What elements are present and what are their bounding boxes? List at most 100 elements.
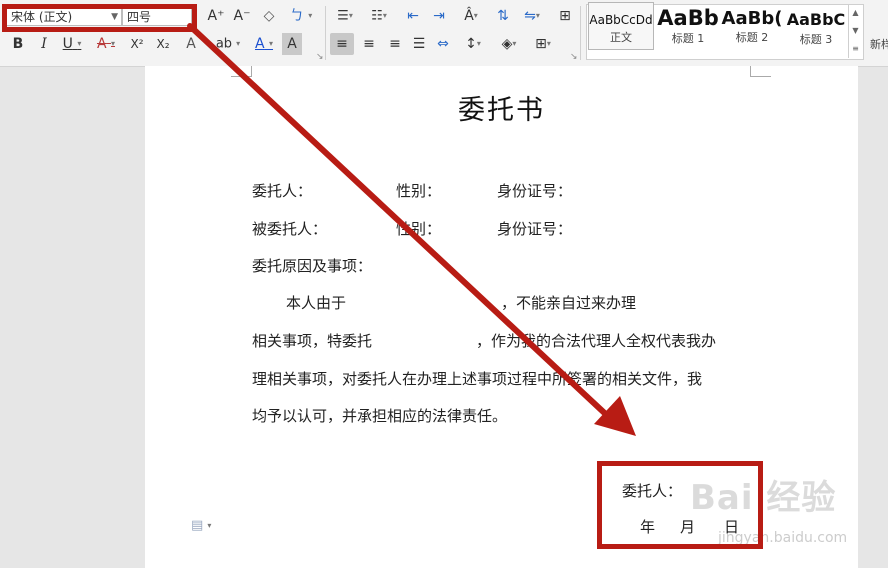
grow-font-button[interactable]: A⁺ <box>205 5 227 27</box>
underline-button[interactable]: U ▾ <box>58 33 86 55</box>
change-case-button[interactable]: Â▾ <box>456 5 486 27</box>
paragraph-text: 本人由于 <box>286 294 347 312</box>
margin-corner-mark <box>750 66 771 77</box>
highlighter-icon: ab <box>215 36 233 52</box>
shrink-font-button[interactable]: A⁻ <box>231 5 253 27</box>
paragraph-text: 相关事项，特委托 <box>252 332 373 350</box>
show-marks-button[interactable]: ⇋▾ <box>518 5 546 27</box>
id-number-label: 身份证号： <box>497 182 573 200</box>
chevron-up-icon[interactable]: ▲ <box>849 4 862 22</box>
bold-icon: B <box>12 36 24 52</box>
principal-label: 委托人： <box>252 182 313 200</box>
style-normal[interactable]: AaBbCcDd 正文 <box>588 2 654 50</box>
expand-icon[interactable]: ≡ <box>849 40 862 58</box>
margin-corner-mark <box>231 66 252 77</box>
subscript-icon: X₂ <box>156 37 170 51</box>
outdent-icon: ⇤ <box>407 8 419 24</box>
paragraph-marks-icon: ⇋ <box>524 8 536 24</box>
paragraph-text: ，作为我的合法代理人全权代表我办 <box>476 332 717 350</box>
paragraph-text: ，不能亲自过来办理 <box>501 294 637 312</box>
italic-icon: I <box>41 36 47 52</box>
id-number-label: 身份证号： <box>497 220 573 238</box>
phonetic-icon: ㄅ <box>289 8 304 24</box>
styles-scroll[interactable]: ▲ ▼ ≡ <box>848 4 862 58</box>
grow-font-icon: A⁺ <box>207 8 225 24</box>
style-sample: AaBb( <box>721 8 783 29</box>
line-spacing-icon: ↕ <box>465 36 477 52</box>
char-shading-button[interactable]: A <box>282 33 302 55</box>
indent-icon: ⇥ <box>433 8 445 24</box>
align-left-button[interactable]: ≡ <box>330 33 354 55</box>
group-divider <box>580 6 581 60</box>
highlight-box-font-selectors <box>2 4 197 32</box>
phonetic-guide-button[interactable]: ㄅ ▾ <box>286 5 316 27</box>
strikethrough-button[interactable]: A ▾ <box>92 33 120 55</box>
style-heading-2[interactable]: AaBb( 标题 2 <box>721 2 783 50</box>
shrink-font-icon: A⁻ <box>233 8 251 24</box>
align-center-button[interactable]: ≡ <box>358 33 380 55</box>
style-name: 标题 1 <box>671 32 705 45</box>
underline-icon: U <box>62 36 73 52</box>
superscript-button[interactable]: X² <box>126 33 148 55</box>
justify-button[interactable]: ☰ <box>408 33 430 55</box>
style-name: 正文 <box>610 31 632 44</box>
paragraph-text: 均予以认可，并承担相应的法律责任。 <box>252 407 508 425</box>
text-effect-icon: A <box>186 36 196 52</box>
text-effect-button[interactable]: A <box>180 33 202 55</box>
bullet-list-button[interactable]: ☰▾ <box>332 5 358 27</box>
justify-icon: ☰ <box>412 36 426 52</box>
reason-label: 委托原因及事项： <box>252 257 373 275</box>
superscript-icon: X² <box>130 37 144 51</box>
change-case-icon: Â <box>464 8 474 24</box>
paint-bucket-icon: ◈ <box>501 36 513 52</box>
align-right-icon: ≡ <box>389 36 401 52</box>
style-name: 标题 3 <box>799 33 833 46</box>
clear-format-button[interactable]: ◇ <box>258 5 280 27</box>
style-sample: AaBbCcDd <box>589 13 653 27</box>
char-shading-icon: A <box>287 36 297 52</box>
strikethrough-icon: A <box>96 36 107 52</box>
align-center-icon: ≡ <box>363 36 375 52</box>
agent-label: 被委托人： <box>252 220 328 238</box>
line-spacing-button[interactable]: ↕▾ <box>458 33 488 55</box>
new-style-button[interactable]: 新样 <box>870 36 888 52</box>
distribute-icon: ⇔ <box>437 36 449 52</box>
gender-label: 性别： <box>396 220 442 238</box>
grid-icon: ⊞ <box>559 8 571 24</box>
gender-label: 性别： <box>396 182 442 200</box>
font-dialog-launcher-icon[interactable]: ↘ <box>316 52 324 62</box>
highlight-box-signature <box>597 461 763 549</box>
style-name: 标题 2 <box>735 31 769 44</box>
distribute-button[interactable]: ⇔ <box>432 33 454 55</box>
align-right-button[interactable]: ≡ <box>384 33 406 55</box>
style-heading-1[interactable]: AaBb 标题 1 <box>656 2 720 50</box>
numbered-list-button[interactable]: ☷▾ <box>366 5 392 27</box>
bold-button[interactable]: B <box>8 33 28 55</box>
bullet-list-icon: ☰ <box>337 8 349 24</box>
paragraph-dialog-launcher-icon[interactable]: ↘ <box>570 52 578 62</box>
increase-indent-button[interactable]: ⇥ <box>428 5 450 27</box>
font-color-icon: A <box>254 36 265 52</box>
table-borders-button[interactable]: ⊞ <box>554 5 576 27</box>
borders-button[interactable]: ⊞▾ <box>528 33 558 55</box>
chevron-down-icon[interactable]: ▼ <box>849 22 862 40</box>
eraser-icon: ◇ <box>263 8 275 24</box>
group-divider <box>325 6 326 60</box>
italic-button[interactable]: I <box>34 33 54 55</box>
sort-button[interactable]: ⇅ <box>492 5 514 27</box>
sort-icon: ⇅ <box>497 8 509 24</box>
style-heading-3[interactable]: AaBbC 标题 3 <box>785 2 847 50</box>
decrease-indent-button[interactable]: ⇤ <box>402 5 424 27</box>
subscript-button[interactable]: X₂ <box>152 33 174 55</box>
highlight-button[interactable]: ab ▾ <box>212 33 244 55</box>
font-color-button[interactable]: A ▾ <box>250 33 278 55</box>
style-sample: AaBb <box>657 6 719 30</box>
shading-button[interactable]: ◈▾ <box>494 33 524 55</box>
paragraph-text: 理相关事项，对委托人在办理上述事项过程中所签署的相关文件，我 <box>252 370 703 388</box>
style-sample: AaBbC <box>786 10 846 29</box>
borders-icon: ⊞ <box>535 36 547 52</box>
document-title: 委托书 <box>458 95 545 126</box>
document-icon[interactable]: ▤ ▾ <box>191 518 211 533</box>
align-left-icon: ≡ <box>336 36 348 52</box>
numbered-list-icon: ☷ <box>371 8 383 24</box>
